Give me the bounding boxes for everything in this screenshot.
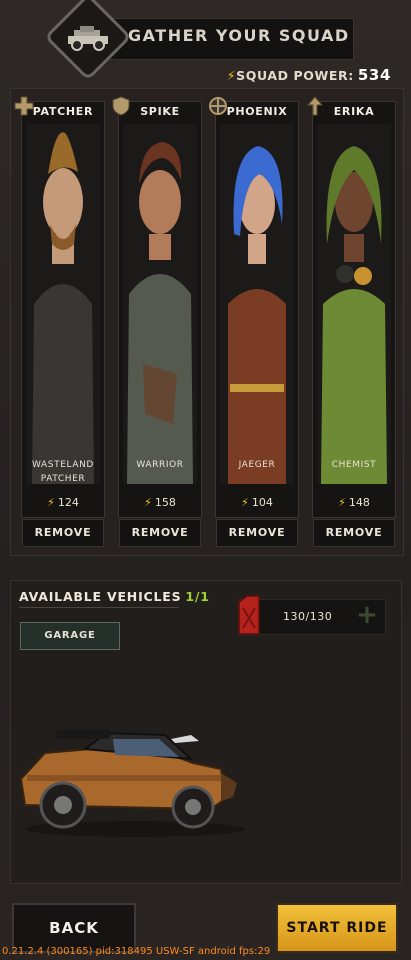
hero-role: Warrior	[136, 460, 184, 470]
hero-portrait	[220, 124, 294, 484]
lightning-icon: ⚡	[144, 496, 152, 509]
hero-role: Wasteland patcher	[32, 460, 94, 484]
screen: GATHER YOUR SQUAD ⚡SQUAD POWER: 534 PATCH…	[0, 0, 411, 960]
hero-portrait	[317, 124, 391, 484]
hero-name: ERIKA	[333, 105, 375, 118]
hero-name: PATCHER	[32, 105, 94, 118]
divider	[19, 607, 179, 608]
vehicles-count: 1/1	[185, 589, 210, 604]
hero-power-value: 124	[57, 496, 79, 509]
squad-power-value: 534	[357, 66, 391, 84]
hero-role: Jaeger	[238, 460, 276, 470]
fuel-value: 130/130	[283, 610, 333, 623]
hero-power: ⚡ 148	[313, 496, 395, 509]
squad-card-erika[interactable]: ERIKA Chemist ⚡ 148	[306, 96, 396, 518]
vehicles-title: AVAILABLE VEHICLES 1/1	[19, 589, 210, 604]
hero-power-value: 104	[251, 496, 273, 509]
armored-car-icon	[68, 26, 108, 51]
lightning-icon: ⚡	[241, 496, 249, 509]
lightning-icon: ⚡	[226, 68, 237, 83]
squad-card-patcher[interactable]: PATCHER Wasteland patcher ⚡ 124	[14, 96, 105, 518]
hero-power-value: 148	[348, 496, 370, 509]
hero-portrait	[26, 124, 100, 484]
remove-button-patcher[interactable]: REMOVE	[22, 519, 104, 547]
hero-name: PHOENIX	[226, 105, 288, 118]
hero-power: ⚡ 104	[216, 496, 298, 509]
squad-panel: PATCHER Wasteland patcher ⚡ 124 REMOVE SP…	[10, 88, 404, 556]
page-title: GATHER YOUR SQUAD	[128, 26, 350, 45]
lightning-icon: ⚡	[338, 496, 346, 509]
hero-role: Chemist	[331, 460, 377, 470]
squad-card-phoenix[interactable]: PHOENIX Jaeger ⚡ 104	[209, 97, 299, 518]
squad-card-spike[interactable]: SPIKE Warrior ⚡ 158	[112, 96, 202, 518]
debug-overlay: 0.21.2.4 (300165) pid:318495 USW-SF andr…	[2, 946, 271, 957]
remove-button-erika[interactable]: REMOVE	[313, 519, 395, 547]
lightning-icon: ⚡	[47, 496, 55, 509]
hero-portrait	[123, 124, 197, 484]
squad-power: ⚡SQUAD POWER: 534	[227, 66, 391, 84]
start-ride-button[interactable]: START RIDE	[276, 903, 398, 953]
hero-power: ⚡ 124	[22, 496, 104, 509]
hero-power-value: 158	[154, 496, 176, 509]
remove-button-spike[interactable]: REMOVE	[119, 519, 201, 547]
jerry-can-icon	[238, 595, 260, 635]
remove-button-phoenix[interactable]: REMOVE	[216, 519, 298, 547]
plus-icon[interactable]: +	[355, 602, 379, 628]
vehicle-car[interactable]	[15, 709, 251, 841]
fuel-meter: 130/130 +	[238, 595, 386, 635]
vehicles-title-label: AVAILABLE VEHICLES	[19, 589, 182, 604]
vehicles-panel: AVAILABLE VEHICLES 1/1 GARAGE 130/130 +	[10, 580, 402, 884]
hero-power: ⚡ 158	[119, 496, 201, 509]
hero-name: SPIKE	[140, 105, 180, 118]
garage-button[interactable]: GARAGE	[20, 622, 120, 650]
squad-power-label: SQUAD POWER:	[236, 68, 354, 83]
